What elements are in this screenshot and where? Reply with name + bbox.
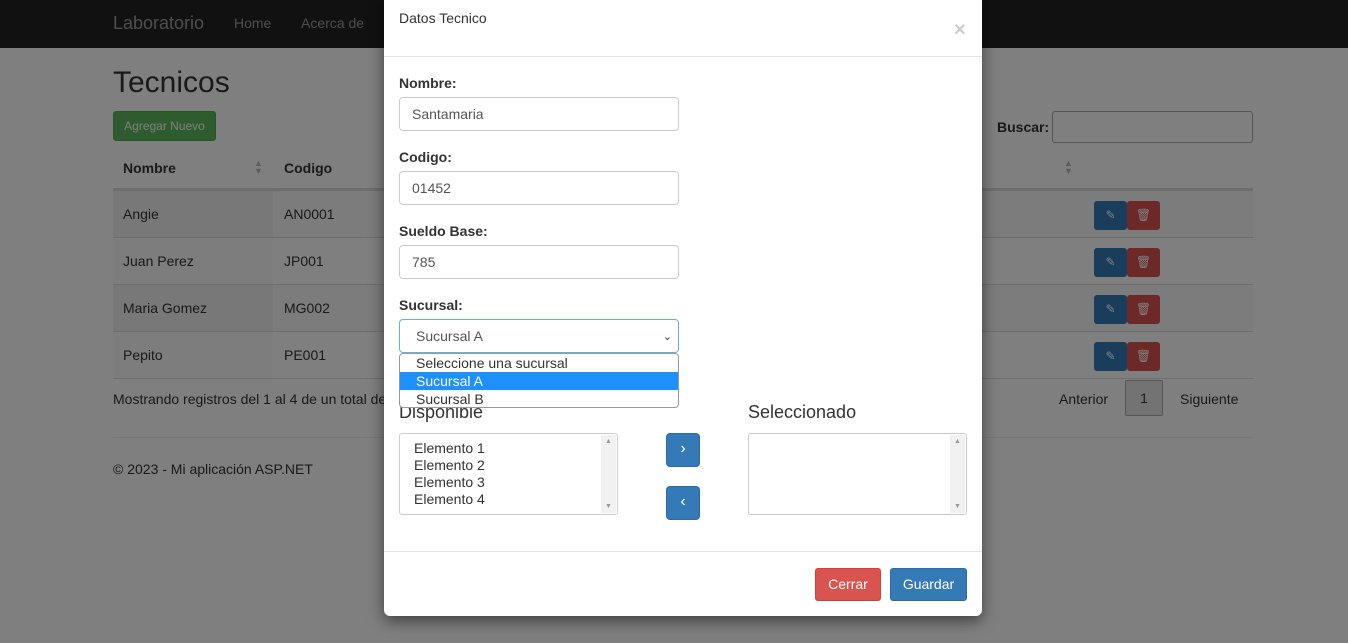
list-item[interactable]: Elemento 1 [400, 440, 617, 457]
list-item[interactable]: Elemento 3 [400, 474, 617, 491]
scroll-down-icon[interactable]: ▼ [954, 503, 961, 510]
dropdown-option[interactable]: Sucursal B [400, 390, 678, 407]
close-icon[interactable]: × [954, 19, 966, 42]
modal-title: Datos Tecnico [399, 10, 487, 26]
dropdown-option-selected[interactable]: Sucursal A [400, 372, 678, 390]
chevron-right-icon: › [680, 440, 686, 457]
scroll-up-icon[interactable]: ▲ [605, 438, 612, 445]
sucursal-select[interactable]: Sucursal A ⌄ [399, 319, 679, 353]
move-right-button[interactable]: › [666, 433, 700, 467]
move-left-button[interactable]: ‹ [666, 486, 700, 520]
cerrar-button[interactable]: Cerrar [815, 568, 881, 601]
sucursal-selected-value: Sucursal A [416, 328, 483, 344]
tecnico-modal: Datos Tecnico × Nombre: Santamaria Codig… [384, 0, 982, 616]
codigo-input[interactable]: 01452 [399, 171, 679, 205]
sucursal-dropdown: Seleccione una sucursal Sucursal A Sucur… [399, 353, 679, 408]
nombre-label: Nombre: [399, 75, 457, 91]
list-item[interactable]: Elemento 2 [400, 457, 617, 474]
list-item[interactable]: Elemento 4 [400, 491, 617, 508]
seleccionado-title: Seleccionado [748, 402, 857, 422]
scroll-down-icon[interactable]: ▼ [605, 503, 612, 510]
sueldo-input[interactable]: 785 [399, 245, 679, 279]
nombre-input[interactable]: Santamaria [399, 97, 679, 131]
disponible-listbox[interactable]: Elemento 1 Elemento 2 Elemento 3 Element… [399, 433, 618, 515]
modal-header-divider [384, 56, 982, 57]
dropdown-option[interactable]: Seleccione una sucursal [400, 354, 678, 372]
chevron-left-icon: ‹ [680, 493, 686, 510]
seleccionado-listbox[interactable]: ▲ ▼ [748, 433, 967, 515]
modal-footer-divider [384, 551, 982, 552]
scroll-up-icon[interactable]: ▲ [954, 438, 961, 445]
chevron-down-icon: ⌄ [662, 331, 672, 343]
codigo-label: Codigo: [399, 149, 452, 165]
guardar-button[interactable]: Guardar [890, 568, 967, 601]
scrollbar[interactable]: ▲ ▼ [950, 435, 965, 513]
scrollbar[interactable]: ▲ ▼ [601, 435, 616, 513]
sucursal-label: Sucursal: [399, 297, 463, 313]
sueldo-label: Sueldo Base: [399, 223, 488, 239]
